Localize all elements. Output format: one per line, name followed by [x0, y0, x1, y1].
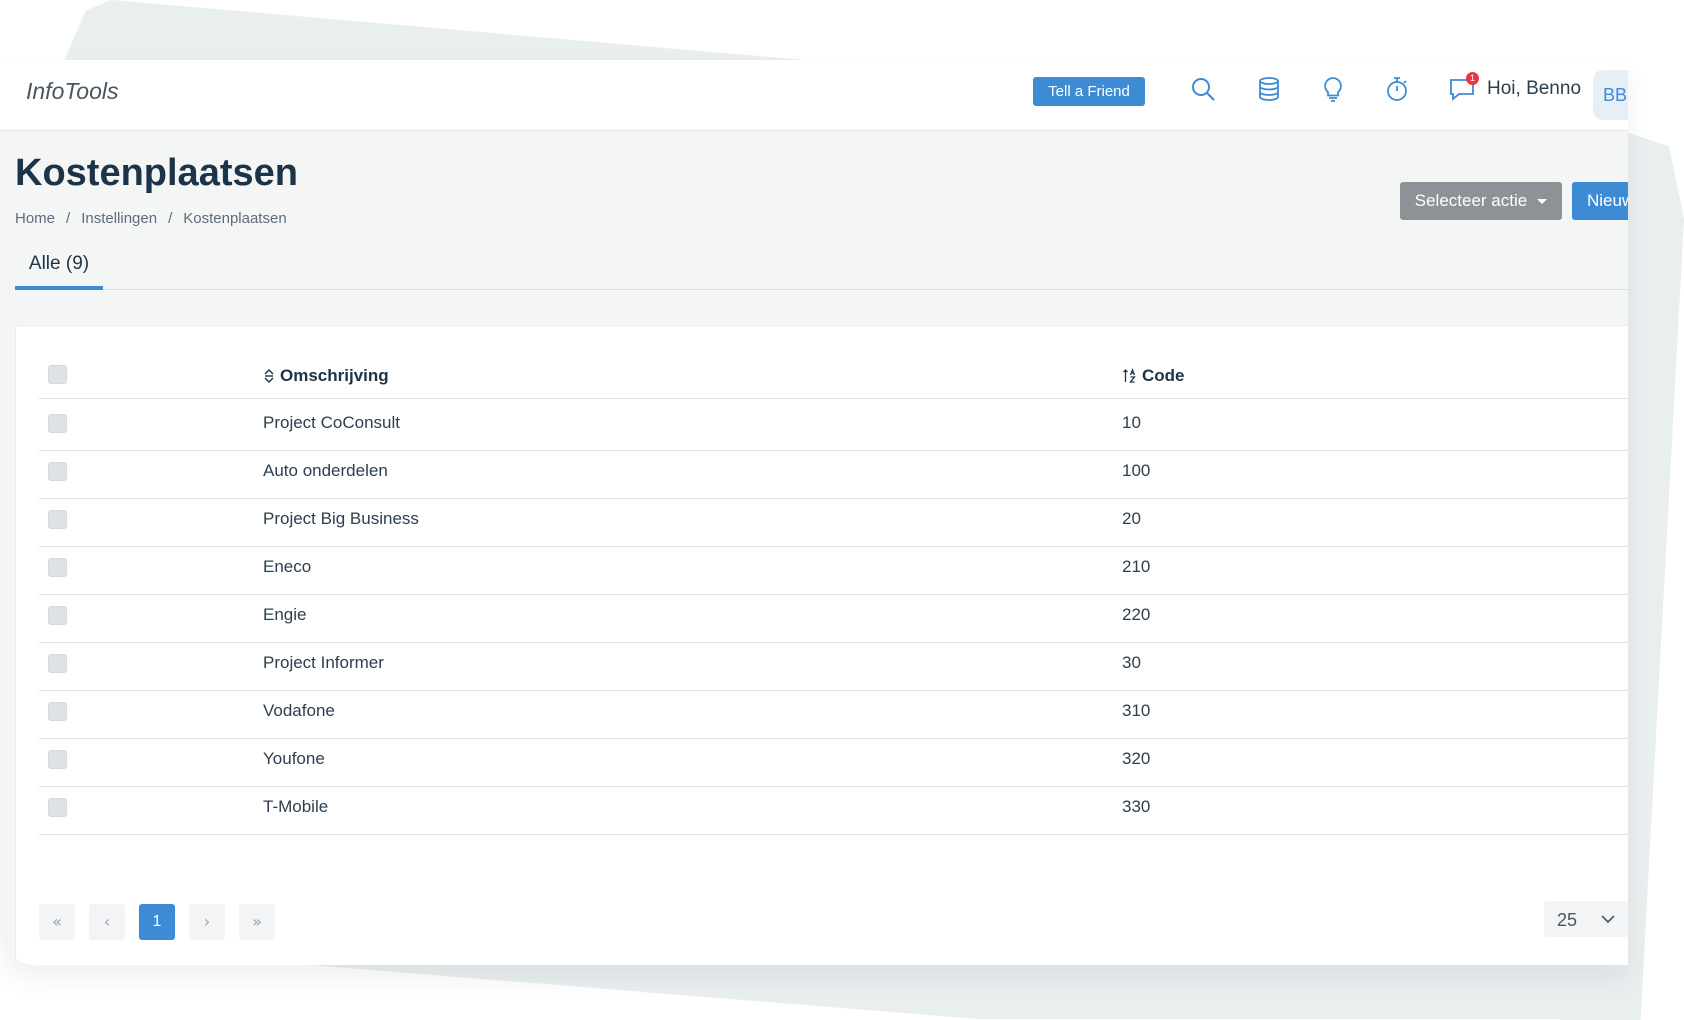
stopwatch-icon[interactable] [1380, 72, 1414, 106]
row-code: 210 [1122, 557, 1151, 576]
breadcrumb-separator: / [168, 210, 173, 227]
chevron-down-icon [1601, 915, 1615, 924]
select-all-checkbox[interactable] [48, 365, 67, 384]
column-header-omschrijving[interactable]: Omschrijving [263, 366, 389, 386]
row-code: 20 [1122, 509, 1141, 528]
table-row[interactable]: Project Big Business 20 [39, 495, 1628, 547]
breadcrumb-home[interactable]: Home [15, 210, 55, 227]
user-greeting: Hoi, Benno [1487, 78, 1582, 99]
row-description: Project CoConsult [263, 413, 401, 432]
row-code: 310 [1122, 701, 1151, 720]
table-card: Omschrijving Code Project CoConsult 10 A… [15, 325, 1628, 965]
row-checkbox[interactable] [48, 750, 67, 769]
row-description: Project Informer [263, 653, 384, 672]
new-button[interactable]: Nieuw [1572, 182, 1628, 220]
first-page-button[interactable]: « [39, 904, 75, 940]
row-checkbox[interactable] [48, 510, 67, 529]
table-row[interactable]: Eneco 210 [39, 543, 1628, 595]
row-checkbox[interactable] [48, 606, 67, 625]
table-row[interactable]: Vodafone 310 [39, 687, 1628, 739]
row-description: Vodafone [263, 701, 335, 720]
tell-a-friend-button[interactable]: Tell a Friend [1033, 77, 1145, 106]
previous-page-button[interactable]: ‹ [89, 904, 125, 940]
row-code: 10 [1122, 413, 1141, 432]
last-page-button[interactable]: » [239, 904, 275, 940]
sort-ascending-icon [1123, 368, 1136, 383]
breadcrumb: Home / Instellingen / Kostenplaatsen [15, 210, 287, 227]
row-description: Youfone [263, 749, 325, 768]
search-icon[interactable] [1186, 72, 1220, 106]
breadcrumb-separator: / [66, 210, 71, 227]
sort-icon [264, 369, 274, 383]
lightbulb-icon[interactable] [1316, 72, 1350, 106]
row-code: 330 [1122, 797, 1151, 816]
caret-down-icon [1537, 198, 1548, 204]
row-code: 30 [1122, 653, 1141, 672]
per-page-select[interactable]: 25 [1544, 901, 1628, 937]
row-description: Auto onderdelen [263, 461, 388, 480]
row-description: Project Big Business [263, 509, 419, 528]
top-navigation-bar: InfoTools Tell a Friend 1 Hoi, Benno BB [0, 60, 1628, 131]
row-code: 220 [1122, 605, 1151, 624]
page-1-button[interactable]: 1 [139, 904, 175, 940]
row-description: T-Mobile [263, 797, 329, 816]
app-window: InfoTools Tell a Friend 1 Hoi, Benno BB … [0, 60, 1628, 965]
column-label-omschrijving: Omschrijving [280, 366, 389, 385]
column-label-code: Code [1142, 366, 1185, 385]
per-page-value: 25 [1557, 910, 1578, 930]
tab-bar: Alle (9) [15, 247, 1628, 290]
row-checkbox[interactable] [48, 414, 67, 433]
chat-icon[interactable]: 1 [1445, 72, 1479, 106]
table-row[interactable]: Engie 220 [39, 591, 1628, 643]
table-row[interactable]: Project Informer 30 [39, 639, 1628, 691]
row-description: Eneco [263, 557, 312, 576]
row-checkbox[interactable] [48, 702, 67, 721]
table-row[interactable]: Project CoConsult 10 [39, 399, 1628, 451]
row-description: Engie [263, 605, 307, 624]
table-row[interactable]: Youfone 320 [39, 735, 1628, 787]
column-header-code[interactable]: Code [1122, 366, 1185, 386]
tab-all[interactable]: Alle (9) [15, 247, 103, 290]
row-checkbox[interactable] [48, 558, 67, 577]
brand-logo[interactable]: InfoTools [26, 78, 119, 105]
notification-badge: 1 [1466, 72, 1479, 85]
table-row[interactable]: Auto onderdelen 100 [39, 447, 1628, 499]
table-header: Omschrijving Code [39, 354, 1628, 399]
select-action-dropdown[interactable]: Selecteer actie [1400, 182, 1562, 220]
avatar[interactable]: BB [1593, 70, 1628, 120]
table-row[interactable]: T-Mobile 330 [39, 783, 1628, 835]
row-code: 320 [1122, 749, 1151, 768]
row-checkbox[interactable] [48, 798, 67, 817]
page-title: Kostenplaatsen [15, 152, 298, 194]
row-checkbox[interactable] [48, 462, 67, 481]
next-page-button[interactable]: › [189, 904, 225, 940]
row-checkbox[interactable] [48, 654, 67, 673]
database-icon[interactable] [1252, 72, 1286, 106]
row-code: 100 [1122, 461, 1151, 480]
select-action-label: Selecteer actie [1414, 191, 1528, 210]
breadcrumb-instellingen[interactable]: Instellingen [81, 210, 157, 227]
breadcrumb-current: Kostenplaatsen [183, 210, 287, 227]
